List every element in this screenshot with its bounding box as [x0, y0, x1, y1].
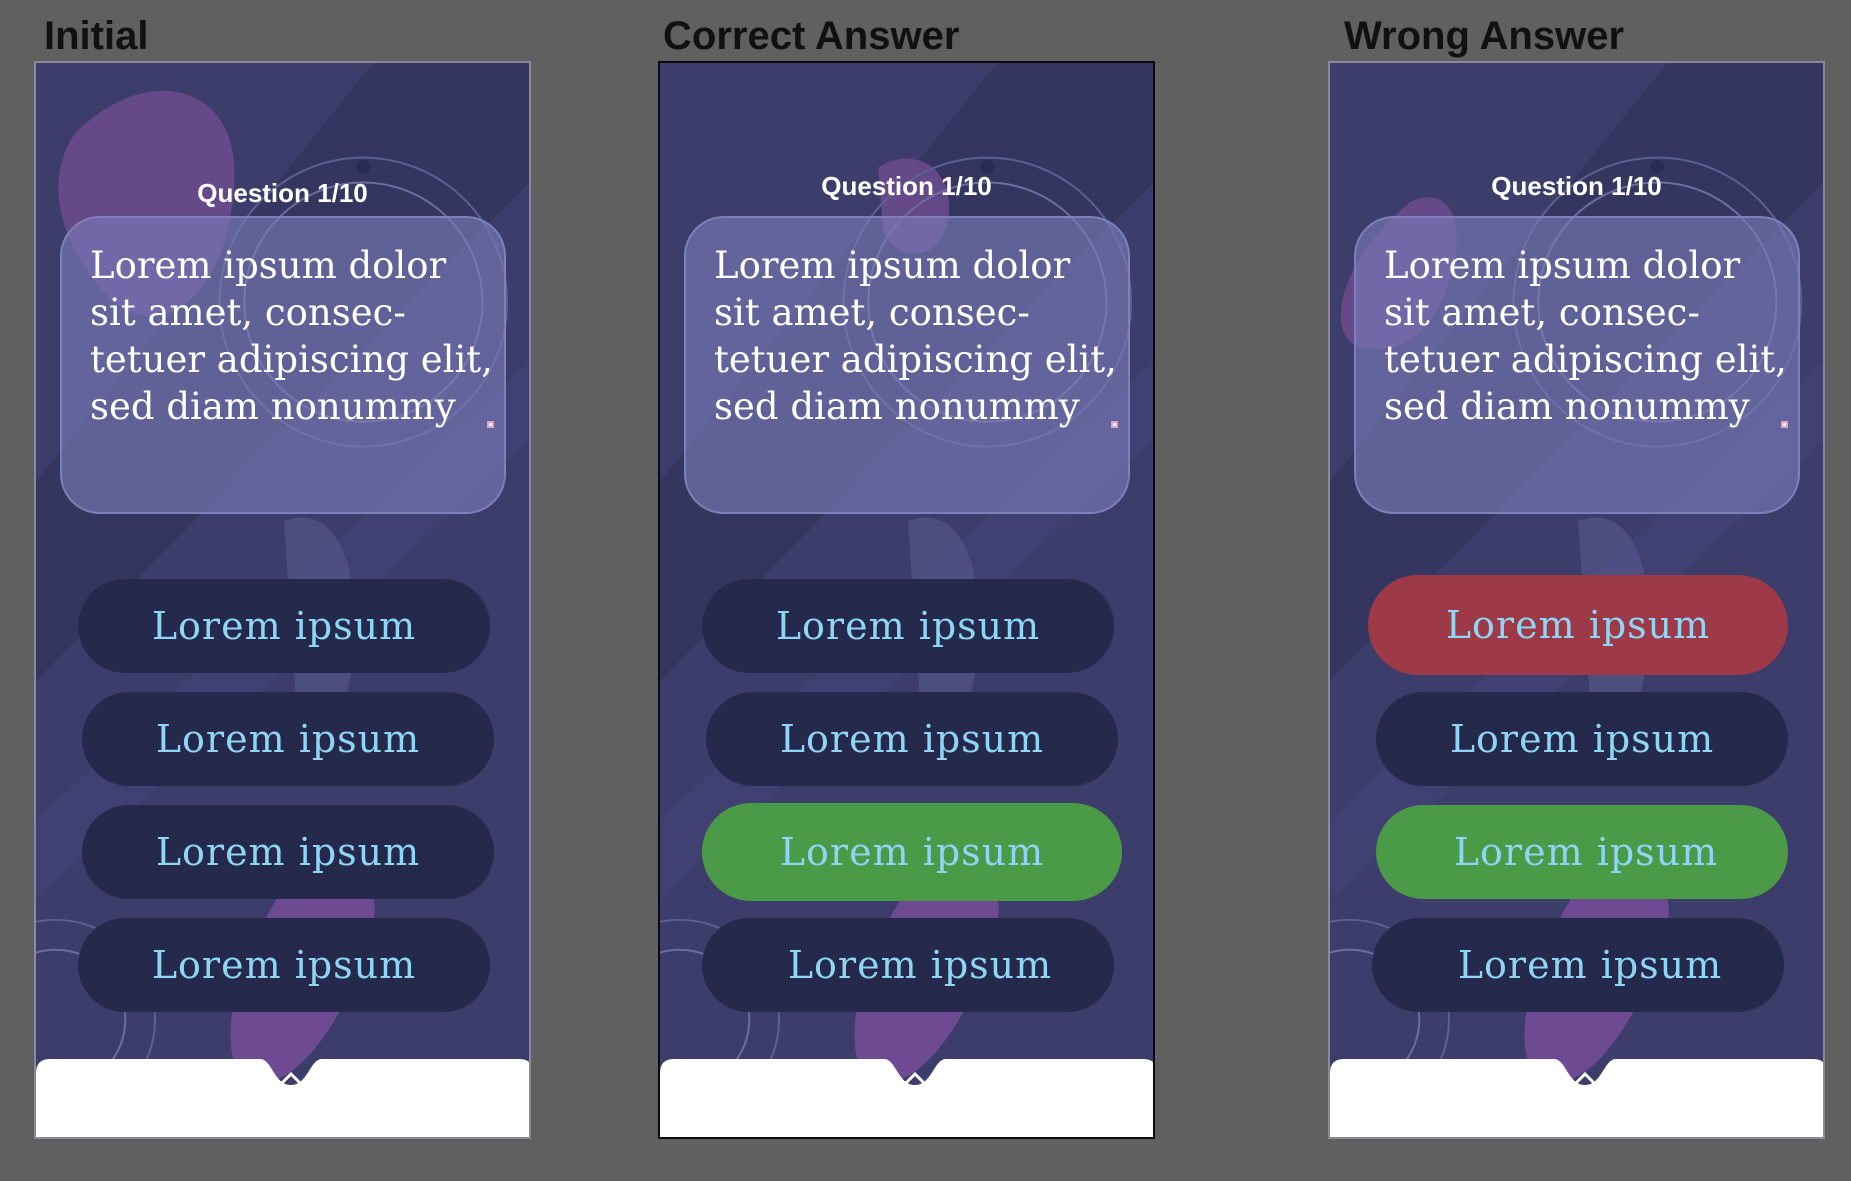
chevron-up-icon[interactable]: [276, 1069, 306, 1089]
phone-screen-wrong-answer: Question 1/10 Lorem ipsum dolor sit amet…: [1328, 61, 1825, 1139]
panel-title-wrong-answer: Wrong Answer: [1344, 14, 1625, 58]
chevron-up-icon[interactable]: [1570, 1069, 1600, 1089]
panel-title-correct-answer: Correct Answer: [663, 14, 960, 58]
question-counter: Question 1/10: [1491, 171, 1662, 201]
answer-option-4[interactable]: Lorem ipsum: [702, 918, 1114, 1012]
answer-option-2[interactable]: Lorem ipsum: [82, 692, 494, 786]
phone-screen-correct-answer: Question 1/10 Lorem ipsum dolor sit amet…: [658, 61, 1155, 1139]
phone-screen-initial: Question 1/10 Lorem ipsum dolor sit amet…: [34, 61, 531, 1139]
resize-handle-icon: [1111, 421, 1118, 428]
answer-option-3[interactable]: Lorem ipsum: [82, 805, 494, 899]
question-card: Lorem ipsum dolor sit amet, consec- tetu…: [684, 216, 1130, 514]
question-text: Lorem ipsum dolor sit amet, consec- tetu…: [90, 244, 493, 428]
question-counter: Question 1/10: [197, 178, 368, 208]
answer-option-3-correct[interactable]: Lorem ipsum: [702, 803, 1122, 901]
question-text: Lorem ipsum dolor sit amet, consec- tetu…: [1384, 244, 1787, 428]
answer-option-1-wrong[interactable]: Lorem ipsum: [1368, 575, 1788, 675]
resize-handle-icon: [487, 421, 494, 428]
question-card: Lorem ipsum dolor sit amet, consec- tetu…: [60, 216, 506, 514]
question-counter: Question 1/10: [821, 171, 992, 201]
chevron-up-icon[interactable]: [900, 1069, 930, 1089]
question-text: Lorem ipsum dolor sit amet, consec- tetu…: [714, 244, 1117, 428]
answer-option-4[interactable]: Lorem ipsum: [1372, 918, 1784, 1012]
answer-option-1[interactable]: Lorem ipsum: [78, 579, 490, 673]
panel-title-initial: Initial: [44, 14, 149, 58]
resize-handle-icon: [1781, 421, 1788, 428]
question-card: Lorem ipsum dolor sit amet, consec- tetu…: [1354, 216, 1800, 514]
answer-option-2[interactable]: Lorem ipsum: [706, 692, 1118, 786]
answer-option-3-correct[interactable]: Lorem ipsum: [1376, 805, 1788, 899]
answer-option-1[interactable]: Lorem ipsum: [702, 579, 1114, 673]
answer-option-4[interactable]: Lorem ipsum: [78, 918, 490, 1012]
answer-option-2[interactable]: Lorem ipsum: [1376, 692, 1788, 786]
